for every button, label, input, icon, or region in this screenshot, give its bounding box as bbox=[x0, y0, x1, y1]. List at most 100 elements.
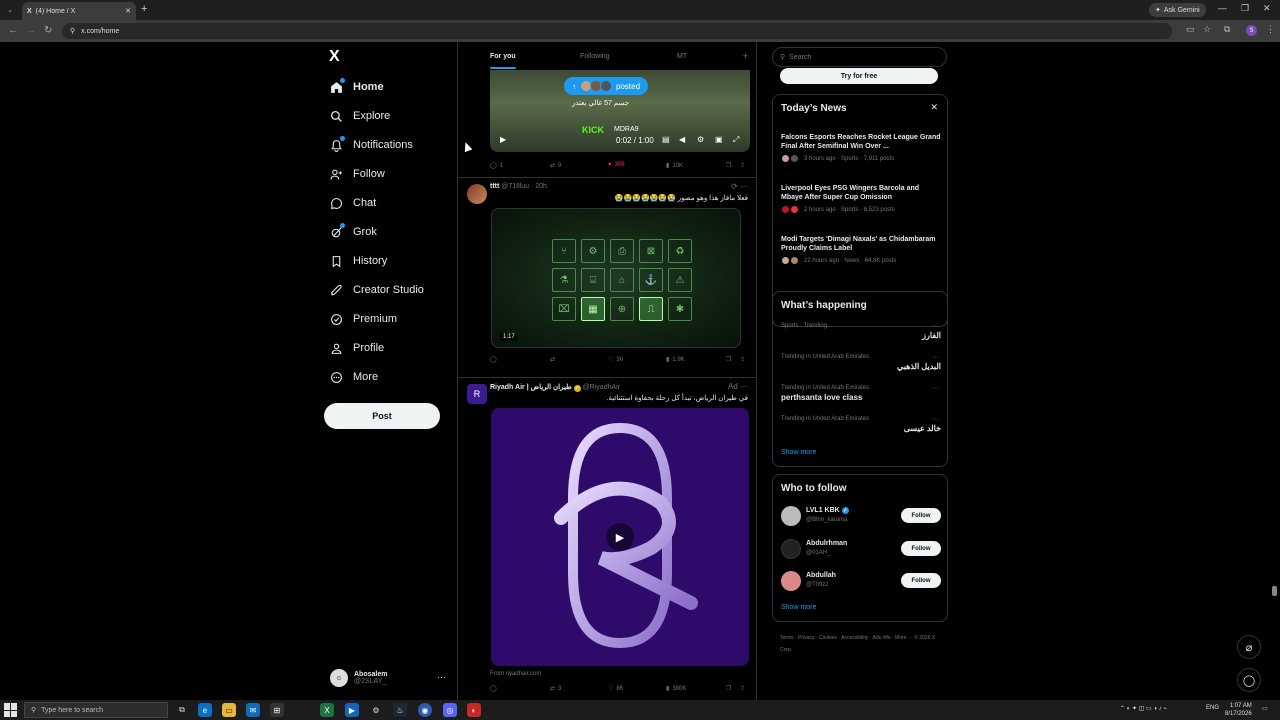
news-item[interactable]: Liverpool Eyes PSG Wingers Barcola and M… bbox=[781, 184, 941, 214]
repost-button[interactable]: ⇄ 3 bbox=[550, 685, 561, 693]
follow-button[interactable]: Follow bbox=[901, 573, 941, 588]
close-tab-icon[interactable]: ✕ bbox=[125, 7, 131, 15]
profile-avatar[interactable]: S bbox=[1246, 25, 1257, 36]
try-for-free-button[interactable]: Try for free bbox=[780, 68, 938, 84]
address-bar[interactable]: ⚲ x.com/home bbox=[62, 23, 1172, 39]
repost-button[interactable]: ⇄ bbox=[550, 356, 555, 363]
app-icon[interactable]: ◐ bbox=[467, 703, 481, 717]
site-info-icon[interactable]: ⚲ bbox=[70, 27, 75, 35]
follow-suggestion[interactable]: Abdullah @T09zz Follow bbox=[781, 570, 941, 592]
like-button[interactable]: ♥ 309 bbox=[608, 162, 625, 168]
window-close-icon[interactable]: ✕ bbox=[1263, 3, 1271, 14]
reload-icon[interactable]: ↻ bbox=[44, 25, 52, 36]
follow-button[interactable]: Follow bbox=[901, 541, 941, 556]
steam-icon[interactable]: ♨ bbox=[393, 703, 407, 717]
tab-mt[interactable]: MT bbox=[677, 53, 687, 60]
trend-more-icon[interactable]: ··· bbox=[932, 323, 939, 330]
captions-icon[interactable]: ▤ bbox=[662, 135, 670, 144]
post-button[interactable]: Post bbox=[324, 403, 440, 429]
trend-item[interactable]: Trending in United Arab Emirates ··· خال… bbox=[781, 416, 941, 433]
chrome-icon[interactable]: ◉ bbox=[418, 703, 432, 717]
bookmark-icon[interactable]: ❐ bbox=[726, 356, 731, 363]
views-button[interactable]: ▮ 10K bbox=[666, 162, 683, 170]
post-more-icon[interactable]: Ad ··· bbox=[728, 382, 748, 391]
reply-button[interactable]: ◯ bbox=[490, 356, 497, 363]
trend-more-icon[interactable]: ··· bbox=[932, 354, 939, 361]
post-video[interactable]: ⑂ ⚙ ⎙ ⊠ ♻ ⚗ ⌸ ⌂ ⚓ ⚠ ⌧ ▦ ⊕ ⎍ ✱ 1:17 bbox=[491, 208, 741, 348]
post-video[interactable]: ↑ posted ﺟﺴﻢ 57 ﻏﺎﻟﻲ ﻳﻌﺘﺬﺭ KICK MDRA9 ▶ … bbox=[490, 70, 750, 152]
store-icon[interactable]: ⊞ bbox=[270, 703, 284, 717]
show-more-link[interactable]: Show more bbox=[781, 604, 816, 611]
reply-button[interactable]: ◯ 1 bbox=[490, 162, 503, 170]
browser-tab[interactable]: X (4) Home / X ✕ bbox=[22, 2, 136, 20]
nav-notifications[interactable]: Notifications bbox=[330, 135, 413, 155]
discord-icon[interactable]: ◎ bbox=[443, 703, 457, 717]
cast-icon[interactable]: ▭ bbox=[1186, 24, 1195, 35]
browser-menu-icon[interactable]: ⋮ bbox=[1266, 24, 1275, 35]
minimize-icon[interactable]: — bbox=[1218, 3, 1227, 13]
ad-video[interactable]: ▶ bbox=[491, 408, 749, 666]
avatar[interactable] bbox=[781, 539, 801, 559]
tab-for-you[interactable]: For you bbox=[490, 53, 516, 60]
avatar[interactable] bbox=[781, 571, 801, 591]
like-button[interactable]: ♡ 30 bbox=[608, 356, 623, 364]
follow-suggestion[interactable]: Abdulrhman @01AH_ Follow bbox=[781, 538, 941, 560]
news-item[interactable]: Modi Targets 'Dimagi Naxals' as Chidamba… bbox=[781, 235, 941, 265]
trend-item[interactable]: Trending in United Arab Emirates ··· الب… bbox=[781, 354, 941, 371]
play-icon[interactable]: ▶ bbox=[500, 135, 506, 144]
post-ad[interactable]: Ɍ Riyadh Air | طيران الرياض ✓ @RiyadhAir… bbox=[458, 377, 756, 700]
nav-premium[interactable]: Premium bbox=[330, 309, 397, 329]
nav-home[interactable]: Home bbox=[330, 77, 384, 97]
post-handle[interactable]: @RiyadhAir bbox=[583, 384, 620, 391]
post[interactable]: tttt @71Illuu · 20h ⟳ ··· فعلا مافاز هذا… bbox=[458, 177, 756, 377]
nav-profile[interactable]: Profile bbox=[330, 338, 384, 358]
nav-follow[interactable]: Follow bbox=[330, 164, 385, 184]
mail-icon[interactable]: ✉ bbox=[246, 703, 260, 717]
avatar[interactable] bbox=[467, 184, 487, 204]
nav-creator-studio[interactable]: Creator Studio bbox=[330, 280, 424, 300]
ad-source[interactable]: From riyadhair.com bbox=[490, 671, 541, 677]
views-button[interactable]: ▮ 380K bbox=[666, 685, 686, 693]
back-icon[interactable]: ← bbox=[8, 25, 18, 36]
taskbar-search-input[interactable]: ⚲ Type here to search bbox=[24, 702, 168, 718]
trend-more-icon[interactable]: ··· bbox=[932, 416, 939, 423]
share-icon[interactable]: ⇪ bbox=[740, 685, 745, 692]
file-explorer-icon[interactable]: ▭ bbox=[222, 703, 236, 717]
scrollbar[interactable] bbox=[1272, 586, 1277, 596]
post-handle[interactable]: @71Illuu bbox=[501, 183, 529, 190]
app-icon[interactable]: ▶ bbox=[345, 703, 359, 717]
tray-icons[interactable]: ⌃ ◐ ✦ ◫ ▭ ◑ ♪ ⌁ bbox=[1120, 705, 1167, 712]
search-input[interactable]: ⚲ Search bbox=[772, 47, 947, 67]
show-more-link[interactable]: Show more bbox=[781, 449, 816, 456]
nav-chat[interactable]: Chat bbox=[330, 193, 376, 213]
fullscreen-icon[interactable]: ⤢ bbox=[733, 135, 739, 145]
language-indicator[interactable]: ENG bbox=[1206, 705, 1219, 711]
follow-suggestion[interactable]: LVL1 KBK ✓ @Blnn_karama Follow bbox=[781, 505, 941, 527]
share-icon[interactable]: ⇪ bbox=[740, 162, 745, 169]
views-button[interactable]: ▮ 1.9K bbox=[666, 356, 685, 364]
grok-fab-icon[interactable]: ⌀ bbox=[1237, 635, 1261, 659]
windows-start-icon[interactable] bbox=[4, 703, 18, 717]
bookmark-icon[interactable]: ❐ bbox=[726, 685, 731, 692]
tab-following[interactable]: Following bbox=[580, 53, 610, 60]
ask-gemini-button[interactable]: ✦ Ask Gemini bbox=[1149, 3, 1206, 17]
news-item[interactable]: Falcons Esports Reaches Rocket League Gr… bbox=[781, 133, 941, 163]
excel-icon[interactable]: X bbox=[320, 703, 334, 717]
share-icon[interactable]: ⇪ bbox=[740, 356, 745, 363]
volume-icon[interactable]: ◀ bbox=[679, 135, 685, 144]
nav-explore[interactable]: Explore bbox=[330, 106, 390, 126]
forward-icon[interactable]: → bbox=[26, 25, 36, 36]
maximize-icon[interactable]: ❐ bbox=[1241, 3, 1249, 14]
notification-center-icon[interactable]: ▭ bbox=[1262, 705, 1268, 712]
play-icon[interactable]: ▶ bbox=[606, 523, 634, 551]
post-author[interactable]: Riyadh Air | طيران الرياض bbox=[490, 384, 572, 391]
picture-in-picture-icon[interactable]: ▣ bbox=[715, 135, 723, 144]
avatar[interactable] bbox=[781, 506, 801, 526]
add-tab-button[interactable]: + bbox=[743, 51, 748, 61]
like-button[interactable]: ♡ 86 bbox=[608, 685, 623, 693]
trend-item[interactable]: Sports · Trending ··· الفارز bbox=[781, 323, 941, 340]
close-icon[interactable]: ✕ bbox=[930, 102, 938, 113]
settings-gear-icon[interactable]: ⚙ bbox=[697, 135, 704, 144]
nav-history[interactable]: History bbox=[330, 251, 387, 271]
posted-pill[interactable]: ↑ posted bbox=[564, 77, 649, 95]
